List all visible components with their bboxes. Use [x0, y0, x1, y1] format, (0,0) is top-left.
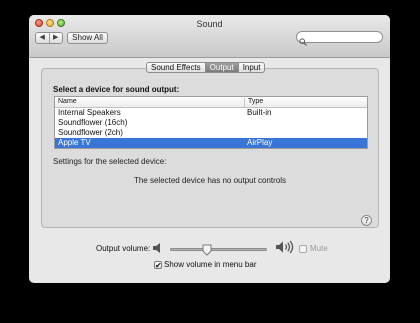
column-header-name[interactable]: Name [58, 98, 77, 105]
help-button[interactable]: ? [361, 215, 372, 226]
column-header-type[interactable]: Type [244, 98, 263, 107]
device-name: Soundflower (2ch) [58, 128, 123, 137]
select-device-label: Select a device for sound output: [53, 85, 180, 94]
tab-bar: Sound Effects Output Input [146, 62, 266, 73]
show-all-button[interactable]: Show All [67, 32, 108, 44]
table-header: Name Type [55, 97, 367, 108]
tab-output[interactable]: Output [204, 63, 238, 72]
forward-icon[interactable]: ▶ [48, 33, 63, 43]
tab-input[interactable]: Input [237, 63, 265, 72]
search-field[interactable] [296, 31, 383, 43]
sound-preferences-window: Sound ◀ ▶ Show All Sound Effects Output … [29, 15, 390, 283]
output-panel: Select a device for sound output: Name T… [41, 68, 379, 228]
tab-sound-effects[interactable]: Sound Effects [147, 63, 205, 72]
title-bar: Sound ◀ ▶ Show All [29, 15, 390, 58]
no-controls-message: The selected device has no output contro… [133, 176, 287, 185]
back-forward-control: ◀ ▶ [35, 32, 63, 44]
show-volume-label: Show volume in menu bar [164, 260, 257, 269]
device-name: Apple TV [58, 138, 91, 147]
volume-slider-knob[interactable] [202, 243, 212, 256]
back-icon[interactable]: ◀ [36, 33, 49, 43]
table-row[interactable]: Soundflower (16ch) [55, 118, 367, 128]
speaker-low-icon [152, 241, 162, 259]
speaker-high-icon [275, 240, 295, 259]
output-volume-label: Output volume: [96, 244, 151, 253]
device-name: Internal Speakers [58, 108, 121, 117]
table-row[interactable]: Soundflower (2ch) [55, 128, 367, 138]
settings-label: Settings for the selected device: [53, 157, 167, 166]
show-volume-checkbox[interactable]: ✔ [154, 261, 162, 270]
device-type: Built-in [247, 108, 272, 117]
device-name: Soundflower (16ch) [58, 118, 128, 127]
window-title: Sound [196, 19, 223, 29]
volume-slider-track[interactable] [170, 248, 267, 251]
mute-checkbox[interactable] [299, 245, 307, 253]
device-type: AirPlay [247, 138, 273, 147]
output-device-table[interactable]: Name Type Internal Speakers Built-in Sou… [54, 96, 368, 149]
table-row-selected[interactable]: Apple TV AirPlay [55, 138, 367, 148]
search-icon [299, 33, 307, 51]
table-row[interactable]: Internal Speakers Built-in [55, 108, 367, 118]
mute-label: Mute [310, 244, 328, 253]
